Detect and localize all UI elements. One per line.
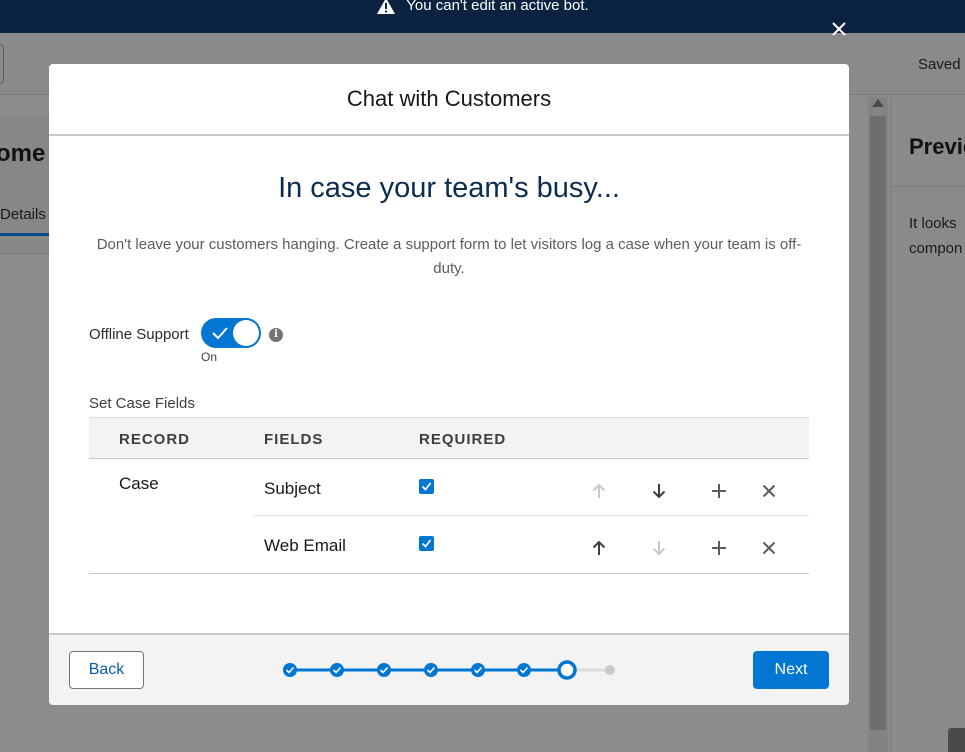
add-field-button[interactable] [709, 481, 729, 501]
offline-support-toggle[interactable] [201, 318, 261, 348]
close-icon [762, 484, 776, 498]
divider [0, 253, 49, 254]
preview-title: Previe [909, 134, 965, 159]
scroll-up-arrow-icon[interactable] [872, 99, 884, 107]
background-details-tab: Details [0, 206, 46, 223]
table-bottom-border [89, 573, 809, 574]
progress-step-complete[interactable] [517, 663, 531, 677]
toggle-state-label: On [201, 350, 218, 364]
column-header-record: RECORD [119, 431, 191, 448]
back-button[interactable]: Back [69, 651, 144, 689]
column-header-required: REQUIRED [419, 431, 507, 448]
move-up-button[interactable] [589, 481, 609, 501]
preview-text: It looks compon [909, 211, 962, 261]
case-fields-table: RECORD FIELDS REQUIRED Case Subject Web … [89, 417, 809, 574]
background-button [0, 44, 4, 84]
modal-title: Chat with Customers [346, 86, 552, 111]
check-icon [421, 482, 432, 491]
arrow-down-icon [652, 541, 666, 556]
required-checkbox[interactable] [419, 479, 434, 494]
progress-step-complete[interactable] [471, 663, 485, 677]
background-preview-panel [890, 97, 965, 752]
next-button[interactable]: Next [753, 651, 829, 689]
move-down-button[interactable] [649, 538, 669, 558]
progress-indicator [283, 660, 615, 680]
add-field-button[interactable] [709, 538, 729, 558]
required-checkbox[interactable] [419, 536, 434, 551]
close-icon [762, 541, 776, 555]
close-modal-button[interactable] [829, 19, 849, 39]
field-name: Subject [264, 479, 321, 498]
table-row: Web Email [254, 516, 809, 573]
background-corner-widget [948, 728, 965, 752]
record-cell: Case [119, 474, 159, 493]
progress-step-complete[interactable] [424, 663, 438, 677]
field-name: Web Email [264, 536, 346, 555]
progress-step-pending[interactable] [605, 665, 615, 675]
progress-step-complete[interactable] [330, 663, 344, 677]
hero-title: In case your team's busy... [278, 172, 620, 204]
saved-status: Saved 2 [918, 56, 965, 73]
table-row: Subject [254, 459, 809, 516]
chat-setup-modal: Chat with Customers In case your team's … [49, 64, 849, 705]
move-up-button[interactable] [589, 538, 609, 558]
check-icon [212, 327, 228, 340]
arrow-up-icon [592, 483, 606, 498]
check-icon [421, 539, 432, 548]
modal-body: In case your team's busy... Don't leave … [49, 136, 849, 633]
preview-text-line: It looks [909, 215, 957, 232]
offline-support-label: Offline Support [89, 326, 189, 343]
progress-step-complete[interactable] [377, 663, 391, 677]
warning-icon [377, 0, 396, 14]
scrollbar-thumb[interactable] [870, 116, 886, 730]
preview-text-line: compon [909, 240, 963, 257]
hero-description: Don't leave your customers hanging. Crea… [96, 236, 802, 277]
info-icon[interactable]: i [269, 328, 283, 342]
table-header: RECORD FIELDS REQUIRED [89, 417, 809, 459]
progress-step-current[interactable] [557, 660, 577, 680]
arrow-down-icon [652, 484, 666, 499]
arrow-up-icon [592, 540, 606, 555]
divider [890, 186, 965, 187]
info-banner: You can't edit an active bot. [0, 0, 965, 33]
banner-message: You can't edit an active bot. [406, 0, 589, 14]
background-page-title: ome [0, 140, 46, 167]
remove-field-button[interactable] [759, 481, 779, 501]
modal-footer: Back Next [49, 633, 849, 705]
close-icon [832, 22, 846, 36]
active-tab-indicator [0, 233, 49, 236]
toggle-knob [233, 320, 259, 346]
set-case-fields-label: Set Case Fields [89, 395, 195, 412]
plus-icon [712, 484, 726, 498]
modal-header: Chat with Customers [49, 64, 849, 136]
remove-field-button[interactable] [759, 538, 779, 558]
progress-step-complete[interactable] [283, 663, 297, 677]
move-down-button[interactable] [649, 481, 669, 501]
column-header-fields: FIELDS [264, 431, 324, 448]
plus-icon [712, 541, 726, 555]
